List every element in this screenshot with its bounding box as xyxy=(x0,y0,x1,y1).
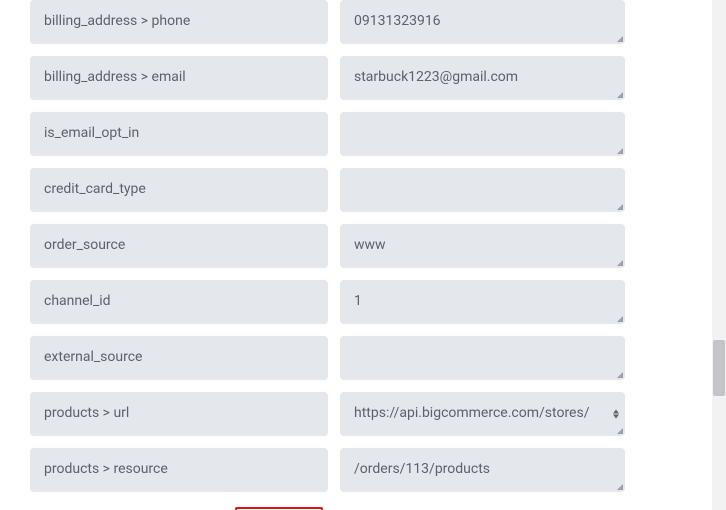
resize-handle-icon xyxy=(617,92,623,98)
resize-handle-icon xyxy=(617,316,623,322)
label-text: products > resource xyxy=(44,460,168,480)
field-value-channel-id[interactable]: 1 xyxy=(340,280,625,324)
resize-handle-icon xyxy=(617,204,623,210)
value-text: 09131323916 xyxy=(354,12,441,32)
label-text: order_source xyxy=(44,236,125,256)
resize-handle-icon xyxy=(617,36,623,42)
value-text: /orders/113/products xyxy=(354,460,490,480)
spinner-control[interactable] xyxy=(613,410,619,419)
value-text: www xyxy=(354,236,386,256)
label-text: external_source xyxy=(44,348,142,368)
field-row-external-source: external_source xyxy=(30,336,625,380)
resize-handle-icon xyxy=(617,260,623,266)
field-label: order_source xyxy=(30,224,328,268)
value-text: starbuck1223@gmail.com xyxy=(354,68,518,88)
chevron-down-icon xyxy=(613,415,619,419)
resize-handle-icon xyxy=(617,428,623,434)
label-text: is_email_opt_in xyxy=(44,124,139,144)
field-row-billing-phone: billing_address > phone 09131323916 xyxy=(30,0,625,44)
value-text: https://api.bigcommerce.com/stores/ xyxy=(354,404,589,424)
field-label: credit_card_type xyxy=(30,168,328,212)
field-label: external_source xyxy=(30,336,328,380)
field-label: products > url xyxy=(30,392,328,436)
form-container: billing_address > phone 09131323916 bill… xyxy=(0,0,655,510)
field-row-is-email-opt-in: is_email_opt_in xyxy=(30,112,625,156)
field-row-products-resource: products > resource /orders/113/products xyxy=(30,448,625,492)
field-value-order-source[interactable]: www xyxy=(340,224,625,268)
field-row-products-url: products > url https://api.bigcommerce.c… xyxy=(30,392,625,436)
label-text: billing_address > phone xyxy=(44,12,190,32)
field-value-external-source[interactable] xyxy=(340,336,625,380)
field-value-billing-email[interactable]: starbuck1223@gmail.com xyxy=(340,56,625,100)
field-value-products-resource[interactable]: /orders/113/products xyxy=(340,448,625,492)
label-text: products > url xyxy=(44,404,129,424)
field-label: products > resource xyxy=(30,448,328,492)
scrollbar-thumb[interactable] xyxy=(713,340,725,396)
field-value-products-url[interactable]: https://api.bigcommerce.com/stores/ xyxy=(340,392,625,436)
field-row-order-source: order_source www xyxy=(30,224,625,268)
field-value-credit-card-type[interactable] xyxy=(340,168,625,212)
resize-handle-icon xyxy=(617,148,623,154)
chevron-up-icon xyxy=(613,410,619,414)
label-text: credit_card_type xyxy=(44,180,146,200)
resize-handle-icon xyxy=(617,484,623,490)
field-value-is-email-opt-in[interactable] xyxy=(340,112,625,156)
label-text: channel_id xyxy=(44,292,111,312)
value-text: 1 xyxy=(354,292,362,312)
field-row-billing-email: billing_address > email starbuck1223@gma… xyxy=(30,56,625,100)
field-label: billing_address > phone xyxy=(30,0,328,44)
label-text: billing_address > email xyxy=(44,68,186,88)
field-label: billing_address > email xyxy=(30,56,328,100)
field-label: is_email_opt_in xyxy=(30,112,328,156)
scrollbar-track[interactable] xyxy=(712,0,726,510)
resize-handle-icon xyxy=(617,372,623,378)
field-value-billing-phone[interactable]: 09131323916 xyxy=(340,0,625,44)
field-label: channel_id xyxy=(30,280,328,324)
field-row-credit-card-type: credit_card_type xyxy=(30,168,625,212)
field-row-channel-id: channel_id 1 xyxy=(30,280,625,324)
